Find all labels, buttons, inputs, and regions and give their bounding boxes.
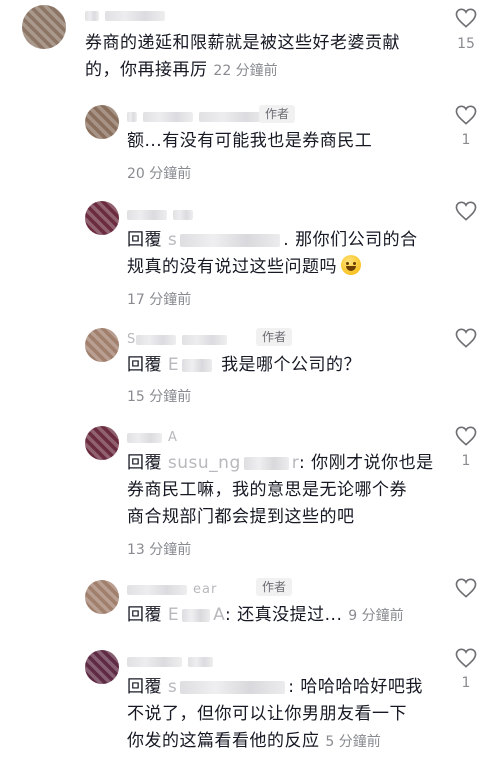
like-count: 1 xyxy=(461,453,471,469)
comment-time: 15 分鐘前 xyxy=(127,389,192,405)
comment-time: 20 分鐘前 xyxy=(127,166,192,182)
mention-link[interactable]: EA xyxy=(168,605,225,625)
comment-item: 作者 额...有没有可能我也是券商民工 20 分鐘前 1 xyxy=(0,95,500,193)
commenter-name[interactable] xyxy=(127,654,219,668)
like-count: 1 xyxy=(461,675,471,691)
avatar[interactable] xyxy=(85,201,119,235)
heart-icon[interactable] xyxy=(455,426,477,446)
heart-icon[interactable] xyxy=(455,201,477,221)
reply-prefix: 回覆 xyxy=(127,605,162,625)
heart-icon[interactable] xyxy=(455,648,477,668)
heart-icon[interactable] xyxy=(455,8,477,28)
avatar[interactable] xyxy=(85,426,119,460)
comment-time: 22 分鐘前 xyxy=(213,63,278,79)
mention-link[interactable]: s xyxy=(168,677,288,697)
like-count: 1 xyxy=(461,132,471,148)
comment-time: 17 分鐘前 xyxy=(127,292,192,308)
comment-item: 券商的递延和限薪就是被这些好老婆贡献 的，你再接再厉 22 分鐘前 15 xyxy=(0,0,500,95)
comment-item: S 作者 回覆 E 我是哪个公司的？ 15 分鐘前 xyxy=(0,318,500,418)
avatar[interactable] xyxy=(85,105,119,139)
avatar[interactable] xyxy=(85,650,119,684)
comment-time: 9 分鐘前 xyxy=(348,608,404,624)
comment-text: 回覆 s. 那你们公司的合 规真的没有说过这些问题吗 xyxy=(127,230,418,277)
commenter-name[interactable]: S xyxy=(127,332,233,347)
comment-text: 回覆 susu_ng r: 你刚才说你也是 券商民工嘛，我的意思是无论哪个券 商合… xyxy=(127,453,434,527)
rofl-emoji-icon xyxy=(341,255,361,275)
reply-prefix: 回覆 xyxy=(127,677,162,697)
mention-link[interactable]: s xyxy=(168,230,283,250)
commenter-name[interactable]: A xyxy=(127,430,178,445)
comment-item: 回覆 s. 那你们公司的合 规真的没有说过这些问题吗 17 分鐘前 xyxy=(0,193,500,318)
mention-link[interactable]: E xyxy=(168,355,215,375)
reply-prefix: 回覆 xyxy=(127,453,162,473)
avatar[interactable] xyxy=(85,580,119,614)
commenter-name[interactable] xyxy=(127,109,275,123)
comment-text: 回覆 E A: 还真没提过... 9 分鐘前 xyxy=(127,605,404,625)
author-badge: 作者 xyxy=(259,105,296,123)
author-badge: 作者 xyxy=(256,578,293,596)
comment-time: 5 分鐘前 xyxy=(325,734,381,750)
avatar[interactable] xyxy=(85,328,119,362)
commenter-name[interactable] xyxy=(127,207,199,221)
author-badge: 作者 xyxy=(256,328,293,346)
comment-time: 13 分鐘前 xyxy=(127,542,192,558)
reply-prefix: 回覆 xyxy=(127,230,162,250)
heart-icon[interactable] xyxy=(455,328,477,348)
like-count: 15 xyxy=(457,36,475,52)
comment-item: 回覆 s: 哈哈哈哈好吧我 不说了，但你可以让你男朋友看一下 你发的这篇看看他的… xyxy=(0,642,500,758)
commenter-name[interactable]: ear xyxy=(127,582,217,597)
comment-item: ear 作者 回覆 E A: 还真没提过... 9 分鐘前 xyxy=(0,570,500,642)
mention-link[interactable]: susu_ng r xyxy=(168,453,299,473)
heart-icon[interactable] xyxy=(455,578,477,598)
reply-prefix: 回覆 xyxy=(127,355,162,375)
avatar[interactable] xyxy=(22,5,66,49)
heart-icon[interactable] xyxy=(455,105,477,125)
comment-text: 回覆 s: 哈哈哈哈好吧我 不说了，但你可以让你男朋友看一下 你发的这篇看看他的… xyxy=(127,677,423,751)
comment-text: 券商的递延和限薪就是被这些好老婆贡献 的，你再接再厉 22 分鐘前 xyxy=(85,33,400,80)
comment-text: 额...有没有可能我也是券商民工 xyxy=(127,131,373,151)
commenter-name[interactable] xyxy=(85,8,171,22)
comment-text: 回覆 E 我是哪个公司的？ xyxy=(127,355,362,375)
comment-item: A 回覆 susu_ng r: 你刚才说你也是 券商民工嘛，我的意思是无论哪个券 … xyxy=(0,418,500,570)
